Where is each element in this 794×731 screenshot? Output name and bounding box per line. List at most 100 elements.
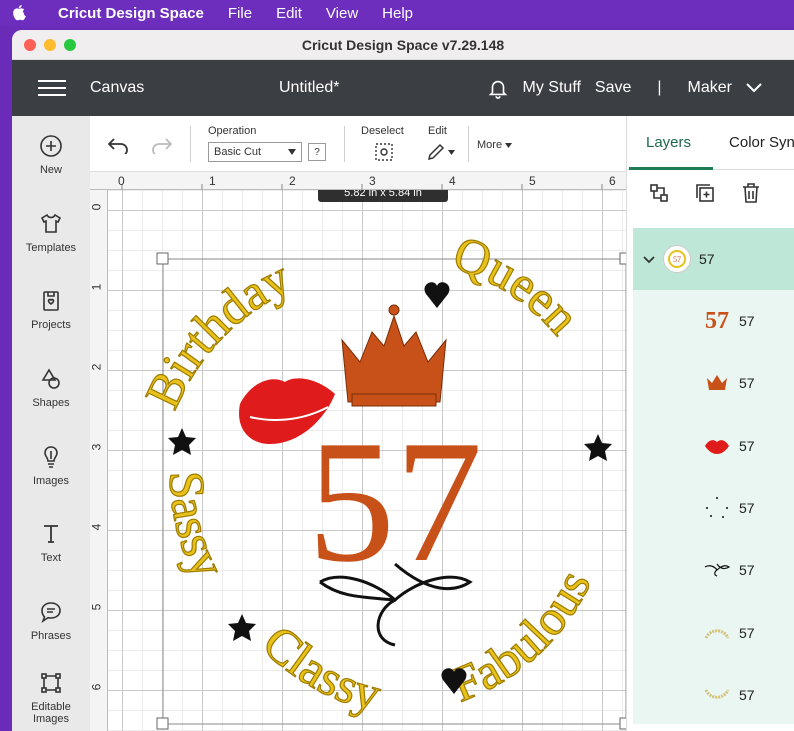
chevron-down-icon[interactable]	[643, 251, 655, 267]
shapes-icon	[39, 366, 63, 392]
menu-app-name[interactable]: Cricut Design Space	[58, 5, 204, 22]
layer-row[interactable]: 57 57	[633, 290, 794, 352]
sidebar-item-label: Projects	[31, 319, 71, 332]
layer-label: 57	[739, 375, 755, 392]
sidebar-item-new[interactable]: New	[12, 116, 90, 194]
layer-group-label: 57	[699, 251, 715, 267]
operation-value: Basic Cut	[214, 146, 262, 158]
arc-top-thumbnail	[703, 619, 731, 647]
panel-tabs: Layers Color Sync	[627, 116, 794, 170]
crown-thumbnail	[703, 369, 731, 397]
operation-label: Operation	[208, 125, 257, 137]
edit-label: Edit	[428, 125, 447, 137]
layer-row[interactable]: 57	[633, 601, 794, 663]
layer-label: 57	[739, 562, 755, 579]
chevron-down-icon	[746, 83, 762, 93]
layer-label: 57	[739, 686, 755, 703]
pencil-icon[interactable]	[426, 142, 455, 162]
edit-toolbar: Operation Basic Cut ? Deselect Edit More	[90, 116, 626, 172]
swirl-thumbnail	[703, 556, 731, 584]
canvas-label: Canvas	[90, 79, 145, 96]
layers-list: 57 57 57 57 57 57 57 57 57 57	[633, 228, 794, 724]
sidebar-item-projects[interactable]: Projects	[12, 271, 90, 349]
lips-thumbnail	[703, 432, 731, 460]
machine-selector[interactable]: Maker	[688, 79, 762, 97]
trash-icon[interactable]	[739, 181, 763, 210]
operation-help-button[interactable]: ?	[308, 143, 326, 161]
sidebar-item-text[interactable]: Text	[12, 504, 90, 582]
sidebar-item-label: Images	[32, 474, 70, 487]
zoom-window-button[interactable]	[64, 38, 76, 51]
menu-view[interactable]: View	[326, 5, 358, 22]
layer-row[interactable]: 57	[633, 415, 794, 477]
speech-bubble-icon	[39, 599, 63, 625]
sidebar-item-editable-images[interactable]: Editable Images	[12, 659, 90, 731]
editable-images-icon	[39, 670, 63, 696]
hamburger-menu-icon[interactable]	[38, 80, 66, 96]
close-window-button[interactable]	[24, 38, 36, 51]
group-icon[interactable]	[647, 181, 671, 210]
layer-label: 57	[739, 624, 755, 641]
crown-shape[interactable]	[341, 304, 447, 407]
sidebar-item-label: Shapes	[32, 397, 70, 410]
sidebar-item-label: Phrases	[30, 629, 72, 642]
layer-group[interactable]: 57 57	[633, 228, 794, 290]
app-header: Canvas Untitled* My Stuff Save | Maker	[12, 60, 794, 116]
shirt-icon	[39, 211, 63, 237]
minimize-window-button[interactable]	[44, 38, 56, 51]
bell-icon[interactable]	[487, 77, 509, 99]
document-title[interactable]: Untitled*	[279, 79, 339, 97]
resize-handle[interactable]	[156, 717, 169, 730]
lightbulb-icon	[39, 444, 63, 470]
heart-icon[interactable]	[424, 282, 450, 308]
deselect-icon[interactable]	[374, 142, 394, 167]
layer-row[interactable]: 57	[633, 539, 794, 601]
undo-icon[interactable]	[107, 138, 130, 159]
menu-edit[interactable]: Edit	[276, 5, 302, 22]
layer-row[interactable]: 57	[633, 477, 794, 539]
group-thumbnail: 57	[663, 245, 691, 273]
more-button[interactable]: More	[477, 139, 513, 151]
left-sidebar: New Templates Projects Shapes Images Tex…	[12, 116, 90, 731]
operation-select[interactable]: Basic Cut	[208, 142, 302, 162]
sidebar-item-label: Templates	[25, 241, 77, 254]
duplicate-icon[interactable]	[693, 181, 717, 210]
save-button[interactable]: Save	[595, 79, 631, 97]
number-thumbnail: 57	[705, 307, 729, 334]
right-panel: Layers Color Sync 57 57 57 57 57	[626, 116, 794, 731]
layer-label: 57	[739, 313, 755, 330]
menu-help[interactable]: Help	[382, 5, 413, 22]
star-icon	[168, 428, 196, 455]
active-tab-indicator	[629, 167, 713, 170]
stars-thumbnail	[703, 494, 731, 522]
star-icon	[584, 434, 612, 461]
arc-text-classy[interactable]: Classy	[252, 613, 388, 723]
caret-down-icon	[288, 149, 296, 155]
layer-label: 57	[739, 437, 755, 454]
resize-handle[interactable]	[156, 252, 169, 265]
redo-icon[interactable]	[150, 138, 173, 159]
tab-layers[interactable]: Layers	[646, 134, 691, 151]
menu-file[interactable]: File	[228, 5, 252, 22]
my-stuff-button[interactable]: My Stuff	[523, 79, 581, 97]
arc-text-sassy[interactable]: Sassy	[158, 469, 238, 587]
sidebar-item-shapes[interactable]: Shapes	[12, 349, 90, 427]
number-57[interactable]: 57	[308, 404, 483, 598]
sidebar-item-label: Text	[40, 552, 62, 565]
tab-color-sync[interactable]: Color Sync	[729, 134, 794, 151]
sidebar-item-images[interactable]: Images	[12, 426, 90, 504]
machine-label: Maker	[687, 79, 732, 96]
toolbar-separator	[344, 126, 345, 162]
macos-menu-bar: Cricut Design Space File Edit View Help	[0, 0, 794, 26]
star-icon	[228, 614, 256, 641]
projects-icon	[39, 288, 63, 314]
design-canvas[interactable]: 0 1 2 3 4 5 6 0 1 2 3 4 5 6 5.82 in x 5.…	[90, 172, 626, 731]
arc-text-queen[interactable]: Queen	[446, 224, 592, 346]
sidebar-item-templates[interactable]: Templates	[12, 194, 90, 272]
apple-logo-icon[interactable]	[0, 5, 40, 21]
design-artwork[interactable]: Birthday Queen Sassy Classy Fabulous 57	[90, 172, 626, 731]
deselect-label: Deselect	[361, 125, 404, 137]
sidebar-item-phrases[interactable]: Phrases	[12, 582, 90, 660]
layer-row[interactable]: 57	[633, 352, 794, 414]
layer-row[interactable]: 57	[633, 664, 794, 726]
